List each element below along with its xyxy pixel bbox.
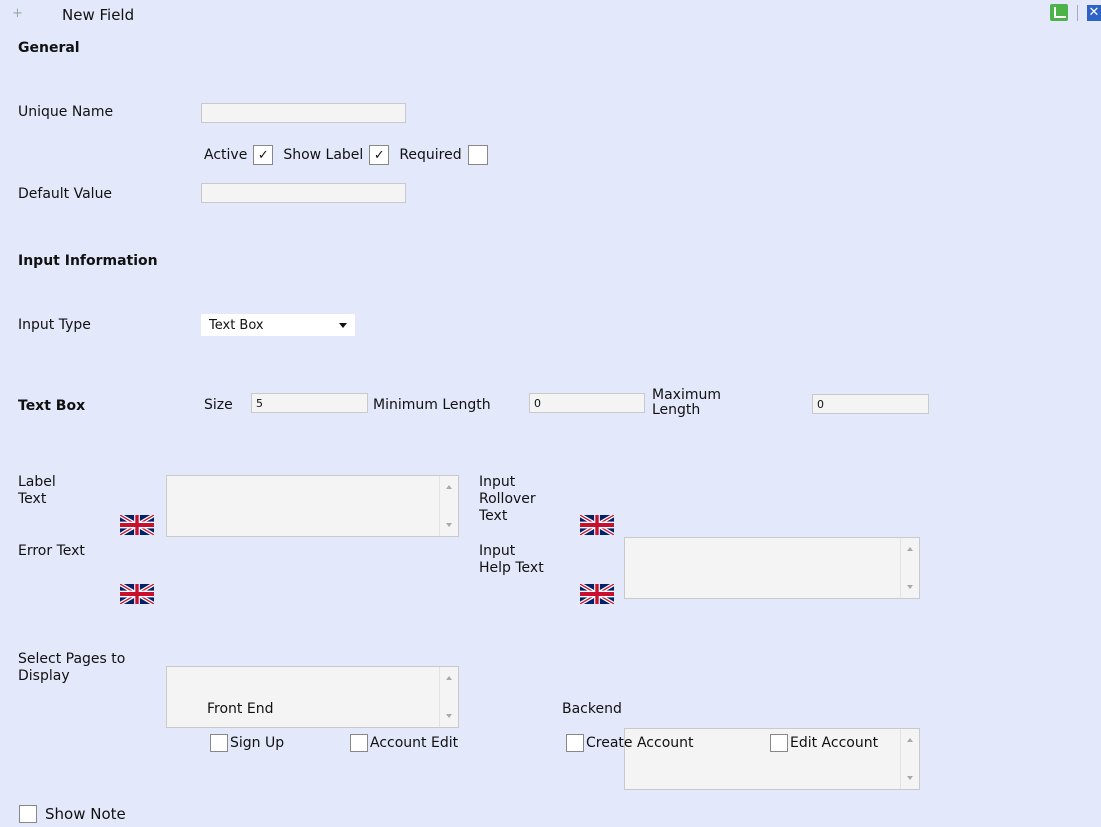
max-length-input[interactable] (812, 394, 929, 414)
required-checkbox[interactable] (467, 145, 488, 165)
scrollbar[interactable] (439, 667, 458, 727)
active-checkbox[interactable]: ✓ (253, 145, 274, 165)
min-length-label: Minimum Length (373, 397, 491, 413)
max-length-label: Maximum Length (652, 388, 721, 418)
error-text-label: Error Text (18, 543, 85, 559)
header-actions: ✕ (1050, 4, 1101, 21)
section-text-box-heading: Text Box (18, 398, 86, 414)
expand-icon[interactable]: + (12, 6, 23, 21)
rollover-line2: Rollover (479, 491, 536, 507)
unique-name-input[interactable] (201, 103, 406, 123)
input-type-select[interactable]: Text Box (201, 314, 355, 336)
close-icon[interactable]: ✕ (1087, 4, 1101, 21)
input-type-label: Input Type (18, 317, 91, 333)
rollover-text-textarea[interactable] (624, 537, 920, 599)
min-length-input[interactable] (529, 393, 645, 413)
section-general-heading: General (18, 40, 80, 56)
uk-flag-icon[interactable] (120, 515, 154, 535)
label-text-line2: Text (18, 491, 47, 507)
panel-title: New Field (62, 6, 135, 24)
select-pages-heading: Select Pages to Display (18, 651, 125, 685)
select-pages-line2: Display (18, 668, 70, 684)
chevron-down-icon (339, 322, 347, 328)
show-note-checkbox[interactable] (19, 805, 37, 823)
show-label-label: Show Label (283, 147, 364, 163)
sign-up-label: Sign Up (230, 735, 285, 751)
flags-row: Active ✓ Show Label ✓ Required (204, 145, 488, 165)
scrollbar[interactable] (439, 476, 458, 536)
account-edit-checkbox[interactable] (350, 734, 368, 752)
max-length-label-line2: Length (652, 402, 701, 418)
section-input-info-heading: Input Information (18, 253, 158, 269)
label-text-line1: Label (18, 474, 56, 490)
uk-flag-icon[interactable] (580, 584, 614, 604)
divider (1077, 4, 1078, 21)
backend-heading: Backend (562, 701, 622, 717)
edit-account-checkbox[interactable] (770, 734, 788, 752)
show-label-checkbox[interactable]: ✓ (369, 145, 390, 165)
front-end-heading: Front End (207, 701, 274, 717)
label-text-textarea[interactable] (166, 475, 459, 537)
sign-up-checkbox[interactable] (210, 734, 228, 752)
input-type-value: Text Box (209, 317, 264, 333)
help-text-label: Input Help Text (479, 543, 544, 577)
account-edit-option[interactable]: Account Edit (350, 734, 458, 752)
uk-flag-icon[interactable] (580, 515, 614, 535)
active-label: Active (204, 147, 248, 163)
required-label: Required (399, 147, 462, 163)
max-length-label-line1: Maximum (652, 387, 721, 403)
scrollbar[interactable] (900, 538, 919, 598)
help-line2: Help Text (479, 560, 544, 576)
sign-up-option[interactable]: Sign Up (210, 734, 284, 752)
unique-name-label: Unique Name (18, 104, 114, 120)
account-edit-label: Account Edit (370, 735, 459, 751)
error-text-textarea[interactable] (166, 666, 459, 728)
label-text-label: Label Text (18, 474, 56, 508)
default-value-label: Default Value (18, 186, 113, 202)
edit-account-label: Edit Account (790, 735, 879, 751)
rollover-text-label: Input Rollover Text (479, 474, 536, 525)
scrollbar[interactable] (900, 729, 919, 789)
uk-flag-icon[interactable] (120, 584, 154, 604)
show-note-label: Show Note (45, 805, 126, 823)
show-note-option[interactable]: Show Note (19, 805, 126, 823)
default-value-input[interactable] (201, 183, 406, 203)
create-account-option[interactable]: Create Account (566, 734, 694, 752)
select-pages-line1: Select Pages to (18, 651, 126, 667)
size-label: Size (204, 397, 233, 413)
edit-account-option[interactable]: Edit Account (770, 734, 878, 752)
create-account-checkbox[interactable] (566, 734, 584, 752)
rollover-line1: Input (479, 474, 516, 490)
create-account-label: Create Account (586, 735, 694, 751)
size-input[interactable] (251, 393, 368, 413)
edit-icon[interactable] (1050, 4, 1068, 21)
rollover-line3: Text (479, 508, 508, 524)
help-line1: Input (479, 543, 516, 559)
